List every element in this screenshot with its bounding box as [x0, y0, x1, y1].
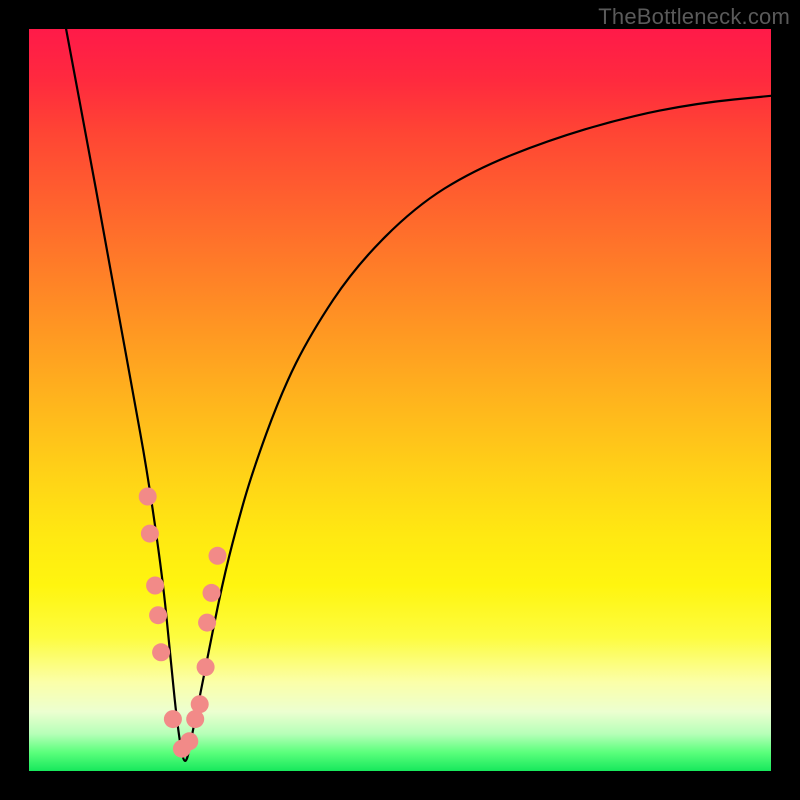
marker-dot — [191, 695, 209, 713]
marker-dot — [146, 577, 164, 595]
watermark-text: TheBottleneck.com — [598, 4, 790, 30]
marker-dot — [152, 643, 170, 661]
marker-dot — [180, 732, 198, 750]
marker-dot — [164, 710, 182, 728]
chart-frame: TheBottleneck.com — [0, 0, 800, 800]
marker-dot — [141, 525, 159, 543]
bottleneck-curve — [66, 29, 771, 761]
marker-dot — [139, 488, 157, 506]
marker-group — [139, 488, 227, 758]
marker-dot — [149, 606, 167, 624]
chart-plot-area — [29, 29, 771, 771]
marker-dot — [209, 547, 227, 565]
marker-dot — [197, 658, 215, 676]
marker-dot — [198, 614, 216, 632]
chart-svg — [29, 29, 771, 771]
marker-dot — [203, 584, 221, 602]
